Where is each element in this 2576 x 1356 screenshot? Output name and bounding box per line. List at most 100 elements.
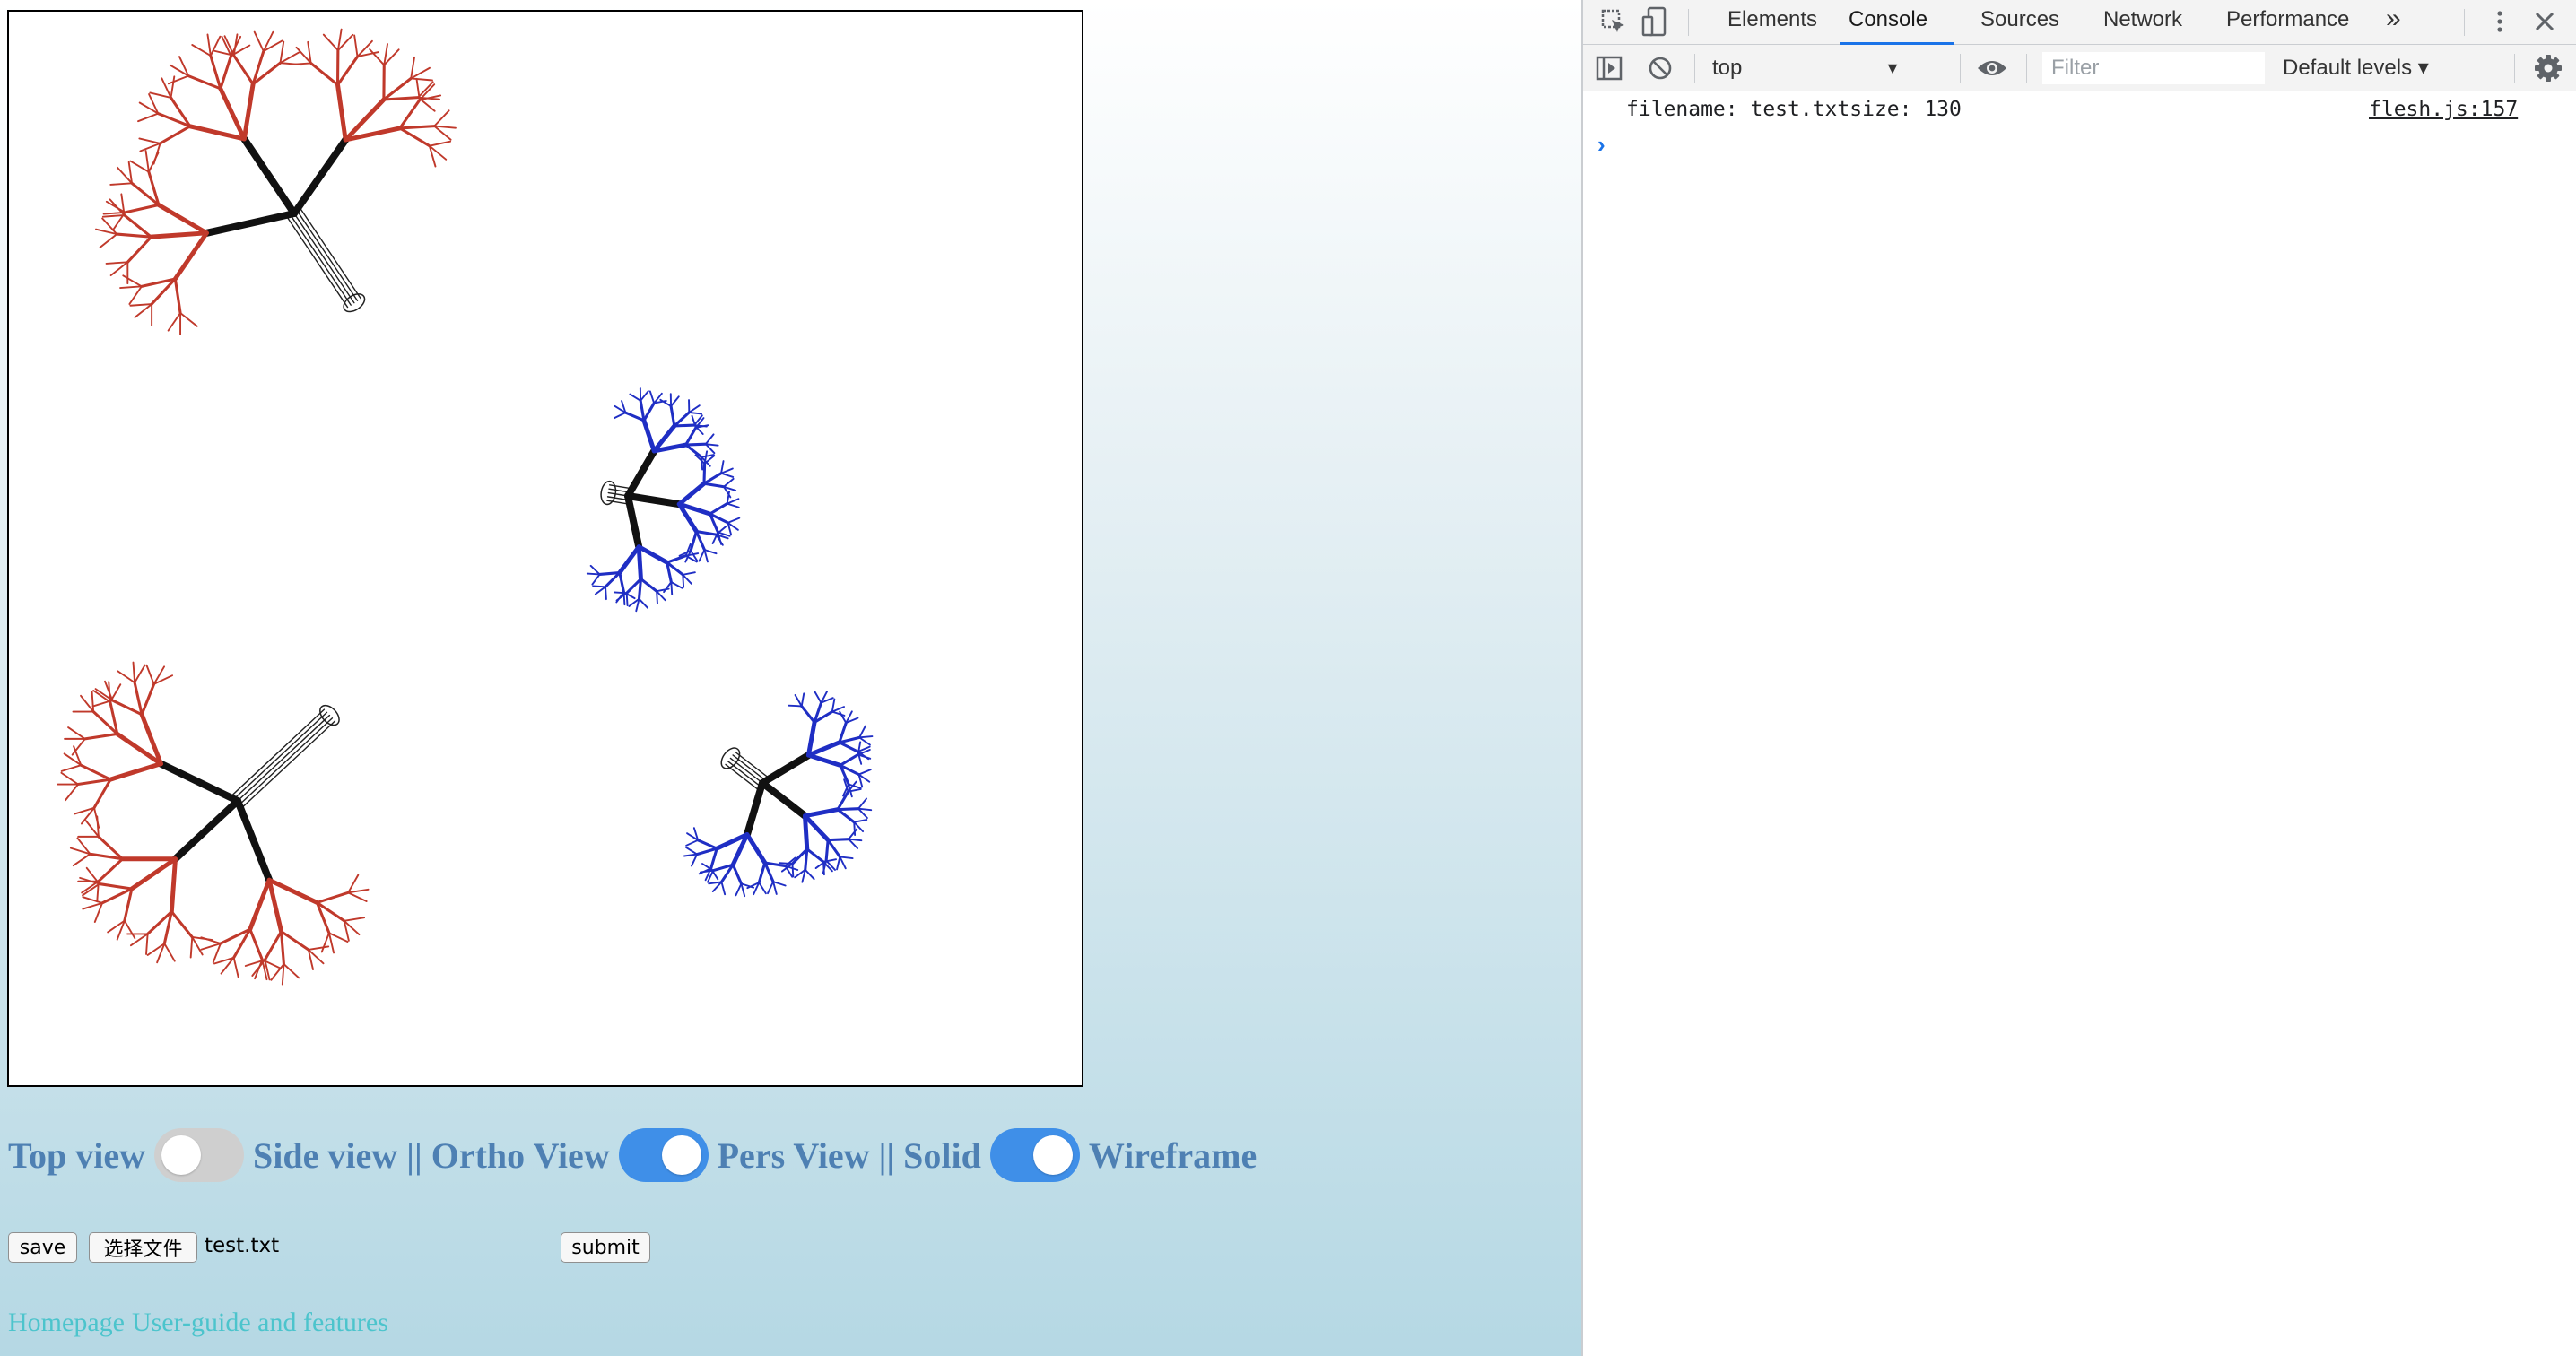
tree-branch (123, 919, 136, 940)
kebab-menu-icon[interactable] (2493, 7, 2507, 36)
save-button[interactable]: save (8, 1232, 77, 1263)
log-source-link[interactable]: flesh.js:157 (2369, 98, 2518, 121)
tree-branch (726, 502, 740, 508)
tree-branch (804, 868, 815, 881)
tree-branch (694, 530, 718, 536)
tree-branch (144, 150, 150, 173)
tree-branch (110, 699, 144, 717)
tree-branch (695, 847, 718, 856)
tree-branch (382, 96, 420, 101)
tree-branch (91, 690, 95, 713)
tree-branch (382, 76, 413, 101)
tree-branch (702, 472, 723, 485)
tree-branch (802, 807, 840, 819)
tree-branch (838, 735, 861, 744)
device-toolbar-icon[interactable] (1640, 5, 1669, 38)
tree-branch (149, 230, 209, 239)
tab-sources[interactable]: Sources (1980, 0, 2059, 45)
tree-branch (608, 488, 630, 493)
tree-branch (248, 877, 272, 932)
tree-branch (261, 959, 282, 969)
user-guide-link[interactable]: User-guide and features (132, 1308, 388, 1337)
console-filter-input[interactable]: Filter (2042, 52, 2265, 84)
clear-console-icon[interactable] (1648, 56, 1673, 81)
tree-branch (152, 142, 161, 165)
tree-branch (791, 863, 795, 878)
tree-branch (343, 917, 366, 922)
tree-branch (172, 230, 209, 282)
tree-branch (170, 75, 176, 99)
sidebar-toggle-icon[interactable] (1596, 56, 1623, 81)
tree-branch (709, 847, 718, 870)
tree-branch (167, 312, 182, 332)
tree-branch (253, 30, 265, 53)
pers-solid-label: Pers View || Solid (717, 1134, 981, 1176)
tree-branch (788, 704, 803, 708)
chevron-down-icon: ▼ (1884, 59, 1901, 77)
tree-branch (702, 482, 726, 489)
context-selector[interactable]: top ▼ (1712, 52, 1910, 84)
tree-branch (591, 573, 601, 586)
tree-branch (212, 943, 222, 964)
tree-branch (248, 927, 264, 961)
tree-branch (731, 863, 743, 885)
choose-file-button[interactable]: 选择文件 (89, 1232, 197, 1263)
tab-performance[interactable]: Performance (2226, 0, 2349, 45)
ortho-pers-view-toggle[interactable] (618, 1128, 709, 1182)
tree-branch (97, 857, 125, 883)
top-side-view-toggle[interactable] (154, 1128, 245, 1182)
tree-branch (805, 740, 842, 758)
tab-elements[interactable]: Elements (1727, 0, 1817, 45)
tree-branch (123, 887, 134, 923)
tree-branch (123, 213, 153, 239)
tree-branch (241, 82, 256, 142)
tree-branch (218, 86, 247, 142)
tree-branch (805, 848, 825, 864)
tree-branch (100, 887, 134, 905)
tree-branch (618, 571, 626, 594)
gear-icon[interactable] (2534, 54, 2563, 83)
tree-branch (703, 549, 718, 555)
web-page: Top view Side view || Ortho View Pers Vi… (0, 0, 1581, 1356)
tree-branch (115, 232, 153, 239)
inspect-element-icon[interactable] (1599, 7, 1628, 36)
solid-wireframe-toggle[interactable] (989, 1128, 1080, 1182)
eye-icon[interactable] (1976, 57, 2008, 79)
tree-branch (79, 763, 112, 781)
tab-separator (2464, 9, 2465, 36)
tree-branch (676, 481, 707, 507)
tree-branch (703, 549, 709, 563)
tree-branch (720, 460, 725, 474)
toolbar-separator (2026, 54, 2027, 83)
tree-branch (231, 708, 326, 796)
tree-branch (134, 664, 146, 684)
tree-branch (839, 710, 848, 725)
tree-branch (639, 578, 658, 593)
tree-branch (682, 571, 696, 576)
tree-branch (839, 752, 860, 767)
tree-branch (281, 963, 285, 986)
tree-branch (805, 752, 843, 768)
tree-branch (673, 423, 696, 428)
log-levels-dropdown[interactable]: Default levels ▾ (2283, 52, 2429, 84)
tree-branch (857, 769, 872, 776)
tree-branch (93, 901, 103, 923)
tree-branch (826, 839, 841, 859)
tree-branch (648, 390, 656, 404)
homepage-link[interactable]: Homepage (8, 1308, 125, 1337)
tree-branch (727, 761, 761, 787)
tree-branch (701, 456, 704, 471)
tab-console[interactable]: Console (1840, 0, 1954, 45)
tree-render-canvas[interactable] (7, 10, 1083, 1087)
tab-network[interactable]: Network (2103, 0, 2182, 45)
tree-branch (831, 698, 836, 713)
submit-button[interactable]: submit (561, 1232, 650, 1263)
tree-branch (266, 877, 284, 934)
tree-branch (163, 943, 176, 962)
tree-branch (105, 261, 129, 265)
console-prompt-icon[interactable]: › (1597, 131, 1606, 159)
tree-branch (858, 725, 866, 739)
close-icon[interactable] (2532, 9, 2557, 34)
more-tabs-icon[interactable]: » (2386, 0, 2401, 45)
tree-branch (826, 838, 850, 842)
